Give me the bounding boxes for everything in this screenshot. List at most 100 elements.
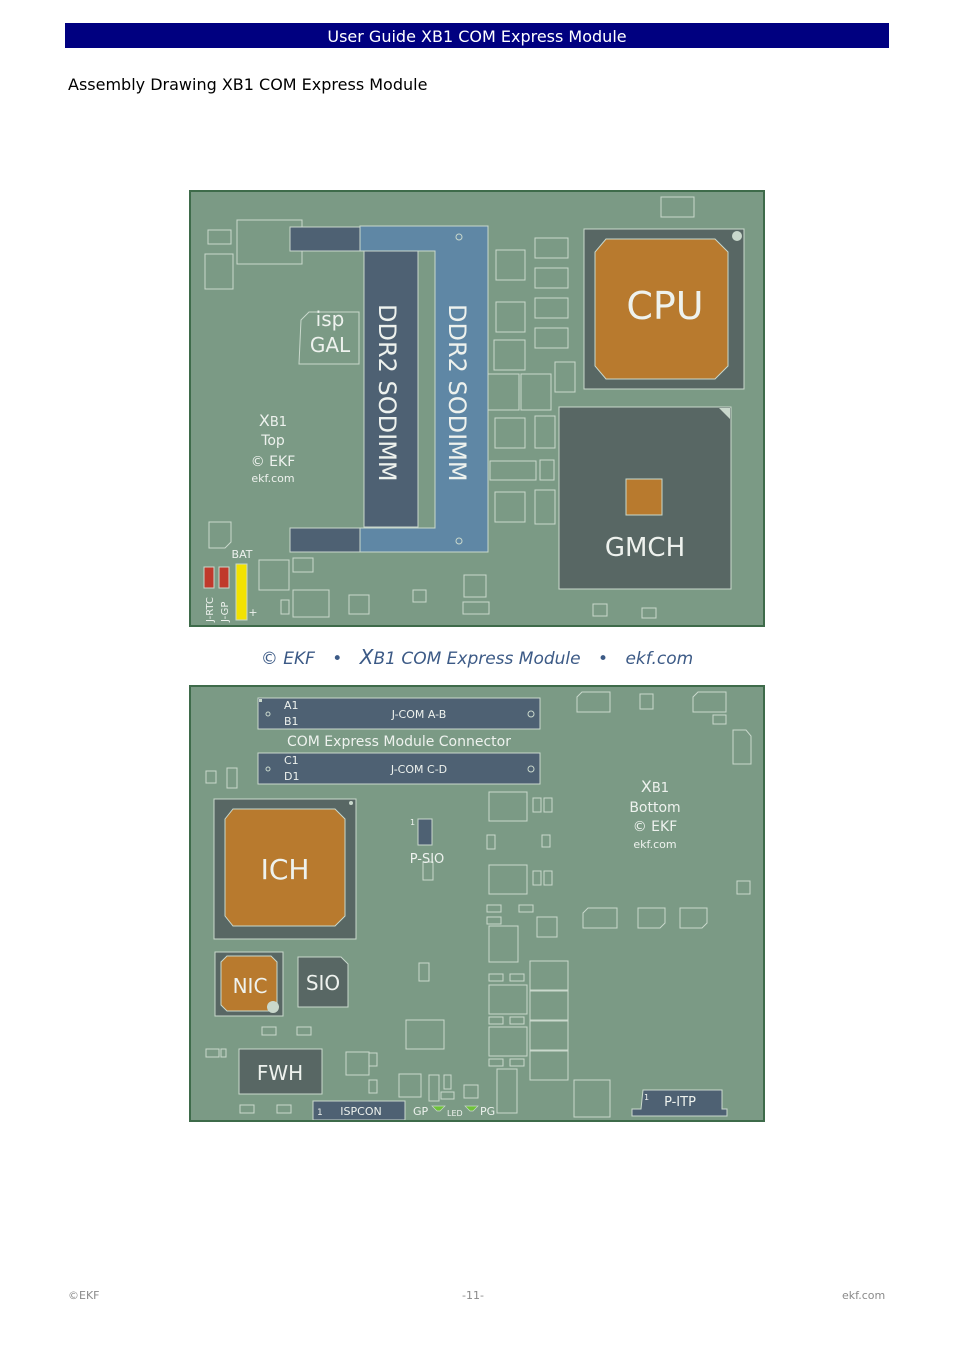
component (679, 907, 708, 929)
component (239, 1104, 255, 1114)
component (639, 693, 654, 710)
gmch-die (625, 478, 663, 516)
component (258, 559, 290, 591)
caption-bullet: • (598, 649, 609, 669)
component (489, 460, 537, 481)
caption-url: ekf.com (625, 649, 694, 669)
component (692, 691, 727, 713)
p-sio-pin1: 1 (410, 818, 415, 827)
component (554, 361, 576, 393)
component (532, 797, 542, 813)
footer-page-number: -11- (462, 1289, 484, 1302)
pin-a1-label: A1 (284, 699, 299, 712)
gal-label: GAL (310, 333, 351, 357)
component (220, 1048, 227, 1058)
component (732, 729, 752, 765)
component (488, 925, 519, 963)
page-header: User Guide XB1 COM Express Module (65, 23, 889, 48)
component (440, 1091, 455, 1100)
sodimm-latch (289, 226, 361, 252)
component (529, 960, 569, 991)
component (368, 1079, 378, 1094)
board-id-top: XB1 (259, 411, 287, 430)
battery (235, 563, 248, 621)
section-title: Assembly Drawing XB1 COM Express Module (68, 75, 428, 94)
component (208, 521, 232, 549)
header-p-sio (417, 818, 433, 846)
fwh-label: FWH (257, 1061, 303, 1085)
board-side-bottom: Bottom (629, 800, 680, 816)
isp-label: isp (316, 307, 345, 331)
component (712, 714, 727, 725)
j-rtc-label: J-RTC (205, 597, 216, 623)
component (494, 417, 526, 449)
component (493, 339, 526, 371)
component (592, 603, 608, 617)
component (292, 557, 314, 573)
component (280, 599, 290, 615)
pin-c1-label: C1 (284, 754, 299, 767)
j-gp-label: J-GP (220, 602, 231, 623)
header-title: User Guide XB1 COM Express Module (327, 27, 627, 46)
jumper-j-gp (218, 566, 230, 589)
component (462, 601, 490, 615)
bottom-board-drawing: A1 B1 J-COM A-B COM Express Module Conne… (189, 685, 765, 1122)
caption-bullet: • (332, 649, 343, 669)
component (348, 594, 370, 615)
component (534, 489, 556, 525)
component (509, 973, 525, 982)
gmch-label: GMCH (605, 533, 685, 563)
component (488, 984, 528, 1015)
component (509, 1058, 525, 1067)
component (405, 1019, 445, 1050)
component (488, 791, 528, 822)
component (495, 249, 526, 281)
component (543, 870, 553, 886)
pin1-marker (259, 699, 262, 702)
component (368, 1052, 378, 1067)
ispcon-label: ISPCON (340, 1105, 381, 1118)
component (488, 1058, 504, 1067)
component (641, 607, 657, 619)
sio-label: SIO (306, 971, 340, 995)
pin-b1-label: B1 (284, 715, 299, 728)
bottom-board-svg: A1 B1 J-COM A-B COM Express Module Conne… (205, 691, 752, 1120)
component (529, 990, 569, 1021)
component (637, 907, 666, 929)
component (412, 589, 427, 603)
pin-d1-label: D1 (284, 770, 299, 783)
component (532, 870, 542, 886)
sodimm-label-1: DDR2 SODIMM (373, 304, 401, 482)
pg-led-label: PG (480, 1105, 495, 1118)
board-url-bottom: ekf.com (633, 838, 676, 851)
component (736, 880, 751, 895)
component (292, 589, 330, 618)
component (660, 196, 695, 218)
component (509, 1016, 525, 1025)
board-id-bottom: XB1 (641, 777, 669, 796)
component (488, 1016, 504, 1025)
component (418, 962, 430, 982)
ispcon-pin1: 1 (317, 1108, 323, 1118)
footer-left: ©EKF (68, 1289, 100, 1302)
component (486, 834, 496, 850)
caption-product: XB1 COM Express Module (359, 645, 581, 669)
component (486, 904, 502, 913)
component (488, 973, 504, 982)
component (534, 297, 569, 319)
component (487, 373, 520, 411)
component (541, 834, 551, 848)
top-board-svg: DDR2 SODIMM DDR2 SODIMM isp GAL XB1 Top … (203, 196, 745, 623)
component (463, 574, 487, 598)
footer-right: ekf.com (842, 1289, 886, 1302)
component (398, 1073, 422, 1098)
component (276, 1104, 292, 1114)
bat-label: BAT (232, 548, 253, 561)
led-pg-icon (464, 1105, 479, 1112)
component (582, 907, 618, 929)
component (345, 1051, 370, 1076)
component (573, 1079, 611, 1118)
pin1-marker (267, 1001, 279, 1013)
caption-copyright: © EKF (260, 649, 315, 669)
board-side-top: Top (260, 433, 285, 449)
